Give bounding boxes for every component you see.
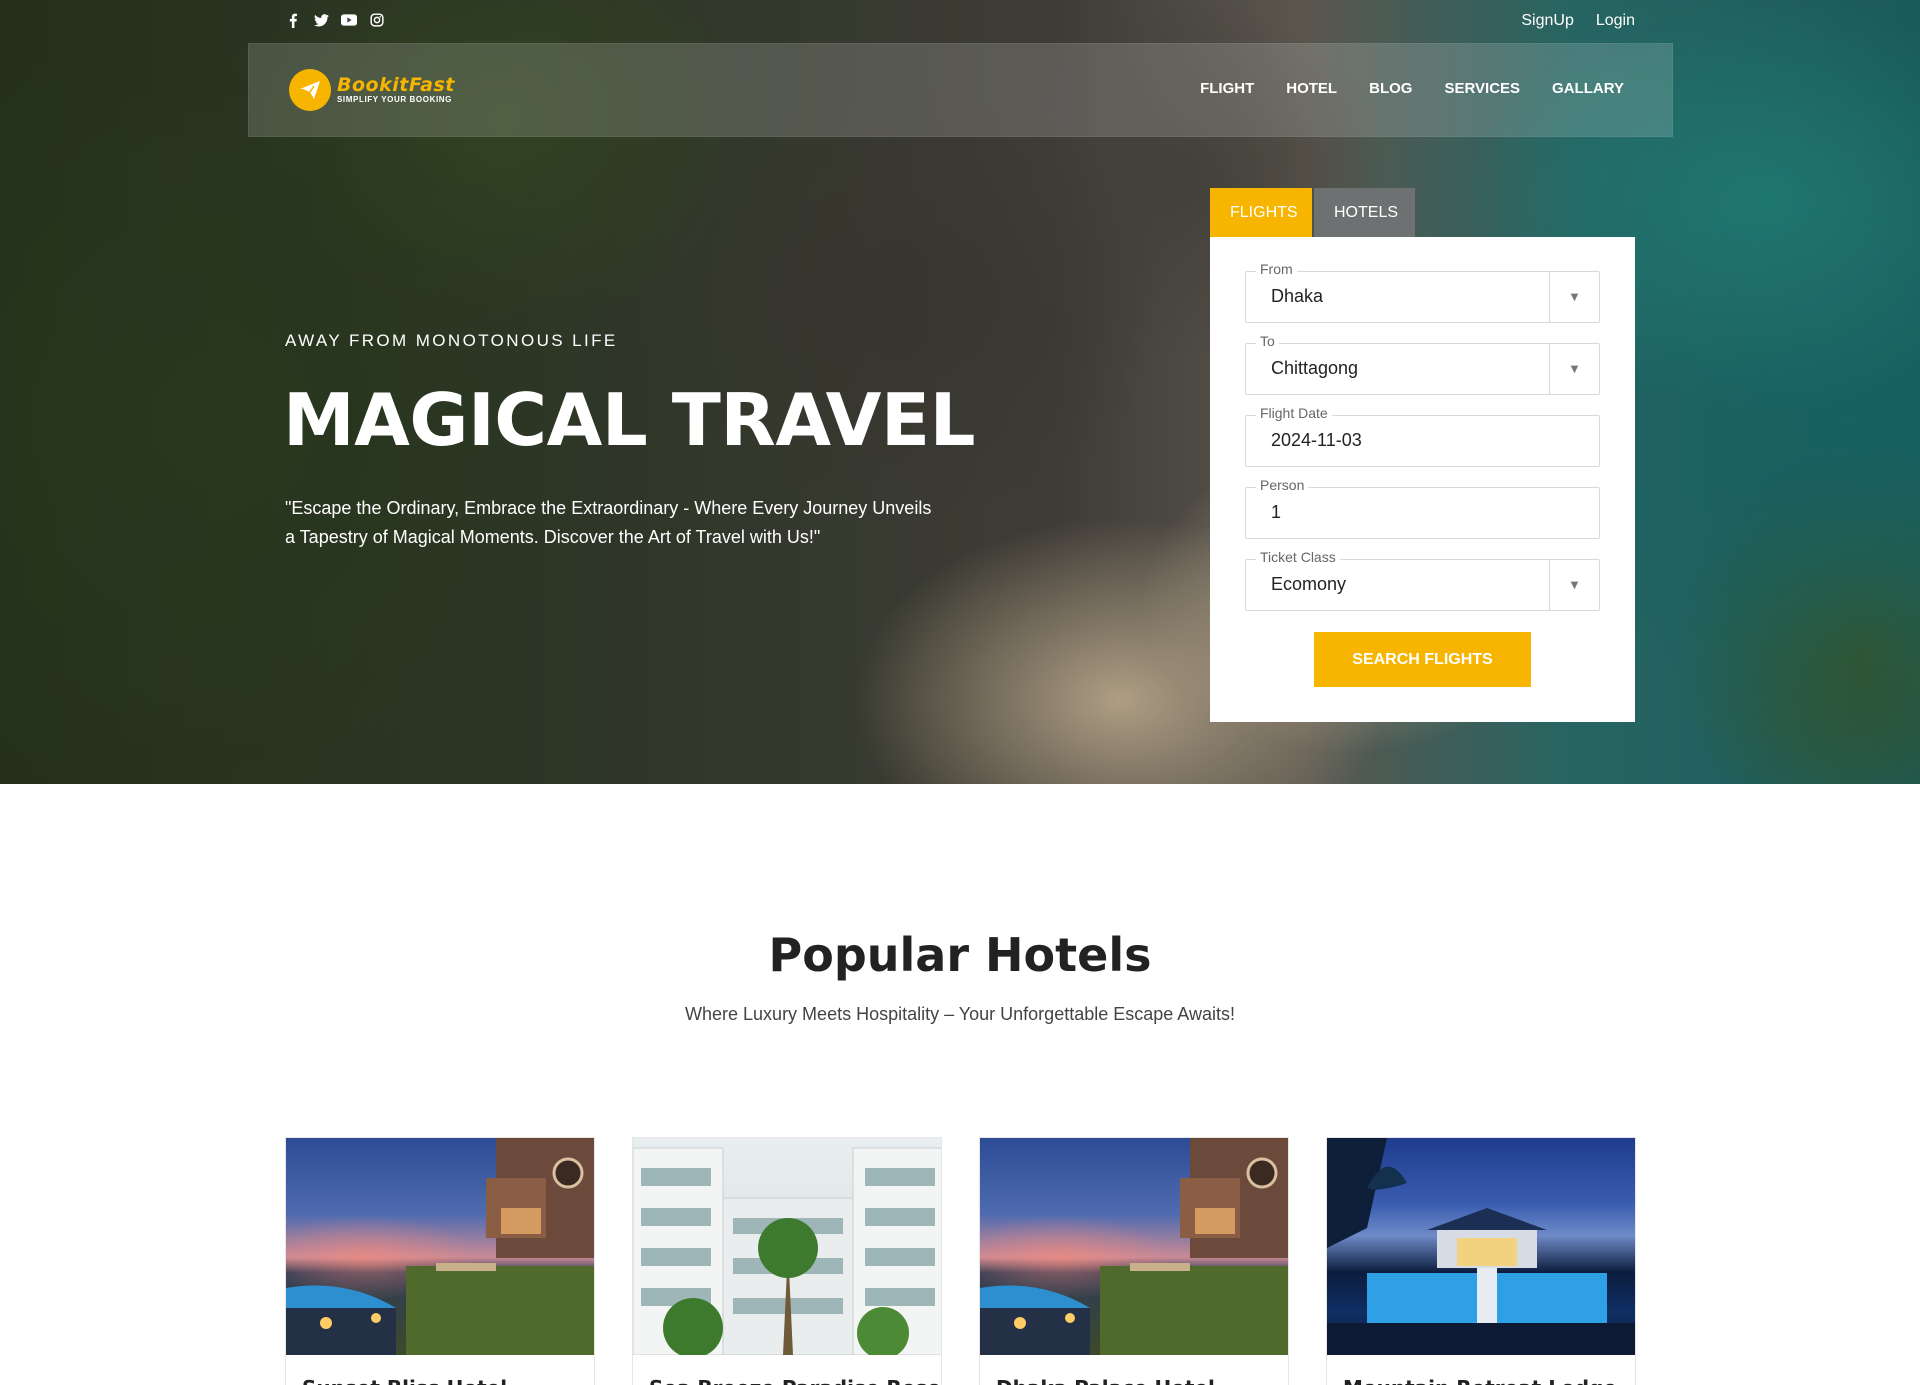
tab-hotels[interactable]: HOTELS	[1314, 188, 1415, 237]
nav-item-hotel[interactable]: HOTEL	[1286, 80, 1337, 97]
login-link[interactable]: Login	[1596, 12, 1635, 30]
person-value: 1	[1271, 502, 1282, 522]
instagram-icon[interactable]	[369, 12, 385, 28]
hotel-image	[1327, 1138, 1635, 1355]
brand-tagline: SIMPLIFY YOUR BOOKING	[337, 95, 452, 104]
main-navbar: BookitFast SIMPLIFY YOUR BOOKING FLIGHT …	[248, 43, 1673, 137]
hotel-image	[980, 1138, 1288, 1355]
from-label: From	[1256, 261, 1297, 277]
nav-menu: FLIGHT HOTEL BLOG SERVICES GALLARY	[1200, 80, 1624, 97]
brand-text: BookitFast SIMPLIFY YOUR BOOKING	[337, 75, 455, 105]
social-links	[285, 12, 385, 28]
to-select[interactable]: To Chittagong ▼	[1245, 333, 1600, 395]
person-label: Person	[1256, 477, 1309, 493]
to-value: Chittagong	[1271, 358, 1359, 378]
paper-plane-icon	[289, 69, 331, 111]
signup-link[interactable]: SignUp	[1521, 12, 1573, 30]
hotel-card[interactable]: Sea Breeze Paradise Resort	[632, 1137, 942, 1385]
twitter-icon[interactable]	[313, 12, 329, 28]
hotel-name: Sea Breeze Paradise Resort	[649, 1376, 941, 1385]
chevron-down-icon[interactable]: ▼	[1549, 272, 1599, 322]
popular-hotels-subtitle: Where Luxury Meets Hospitality – Your Un…	[685, 1004, 1235, 1024]
hotel-image	[633, 1138, 941, 1355]
hotel-card[interactable]: Dhaka Palace Hotel	[979, 1137, 1289, 1385]
hero-title: MAGICAL TRAVEL	[283, 378, 975, 462]
nav-item-blog[interactable]: BLOG	[1369, 80, 1412, 97]
hero-banner: SignUp Login BookitFast SIMPLIFY YOUR BO…	[0, 0, 1920, 784]
hotel-name: Mountain Retreat Lodge	[1343, 1376, 1617, 1385]
tab-flights[interactable]: FLIGHTS	[1210, 188, 1312, 237]
hotel-name: Dhaka Palace Hotel	[996, 1376, 1215, 1385]
flight-date-input[interactable]: Flight Date 2024-11-03	[1245, 405, 1600, 467]
brand-name: BookitFast	[337, 74, 455, 96]
nav-item-flight[interactable]: FLIGHT	[1200, 80, 1254, 97]
popular-hotels-title: Popular Hotels	[768, 928, 1152, 982]
from-value: Dhaka	[1271, 286, 1324, 306]
nav-item-gallery[interactable]: GALLARY	[1552, 80, 1624, 97]
youtube-icon[interactable]	[341, 12, 357, 28]
hotel-image	[286, 1138, 594, 1355]
hero-tagline: "Escape the Ordinary, Embrace the Extrao…	[285, 498, 932, 547]
auth-links: SignUp Login	[1521, 12, 1635, 30]
facebook-icon[interactable]	[285, 12, 301, 28]
person-input[interactable]: Person 1	[1245, 477, 1600, 539]
hotel-card[interactable]: Mountain Retreat Lodge	[1326, 1137, 1636, 1385]
ticket-class-select[interactable]: Ticket Class Ecomony ▼	[1245, 549, 1600, 611]
from-select[interactable]: From Dhaka ▼	[1245, 261, 1600, 323]
hotel-name: Sunset Bliss Hotel	[302, 1376, 507, 1385]
hero-eyebrow: AWAY FROM MONOTONOUS LIFE	[285, 331, 618, 350]
booking-tabs: FLIGHTS HOTELS	[1210, 188, 1415, 237]
flight-date-label: Flight Date	[1256, 405, 1332, 421]
ticket-class-value: Ecomony	[1271, 574, 1347, 594]
to-label: To	[1256, 333, 1279, 349]
brand-logo[interactable]: BookitFast SIMPLIFY YOUR BOOKING	[289, 69, 455, 111]
top-bar: SignUp Login	[285, 12, 1635, 32]
search-flights-button[interactable]: SEARCH FLIGHTS	[1314, 632, 1531, 687]
nav-item-services[interactable]: SERVICES	[1444, 80, 1520, 97]
hotel-card[interactable]: Sunset Bliss Hotel	[285, 1137, 595, 1385]
ticket-class-label: Ticket Class	[1256, 549, 1340, 565]
flight-search-form: From Dhaka ▼ To Chittagong ▼ Flight Date…	[1210, 237, 1635, 722]
chevron-down-icon[interactable]: ▼	[1549, 344, 1599, 394]
chevron-down-icon[interactable]: ▼	[1549, 560, 1599, 610]
flight-date-value: 2024-11-03	[1271, 430, 1362, 450]
